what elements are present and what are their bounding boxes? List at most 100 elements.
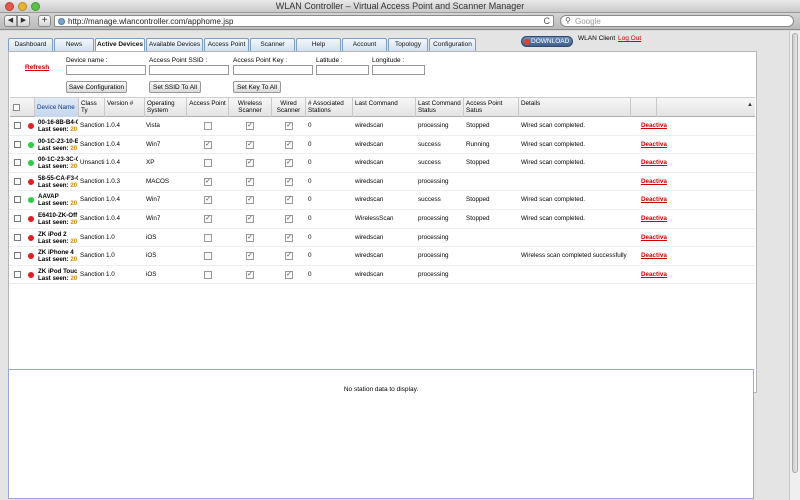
tab-active-devices[interactable]: Active Devices (95, 38, 145, 51)
deactivate-link[interactable]: Deactiva (641, 247, 667, 265)
deactivate-link[interactable]: Deactiva (641, 136, 667, 154)
forward-button[interactable]: ▶ (17, 15, 30, 27)
column-header-last-command[interactable]: Last Command (353, 98, 416, 117)
column-header-access-point[interactable]: Access Point (187, 98, 229, 117)
window-title: WLAN Controller – Virtual Access Point a… (275, 1, 525, 11)
add-bookmark-button[interactable]: + (38, 15, 51, 27)
row-checkbox[interactable] (14, 233, 21, 241)
device-name-input[interactable] (66, 65, 146, 75)
key-input[interactable] (233, 65, 313, 75)
access-point-checkbox[interactable] (204, 270, 212, 279)
wireless-scanner-checkbox[interactable]: ✓ (246, 270, 254, 279)
access-point-checkbox[interactable]: ✓ (204, 215, 212, 223)
table-row[interactable]: ZK iPhone 4 Last seen: 20 Sanction 1.0 iOS ✓ ✓… (10, 247, 755, 266)
access-point-checkbox[interactable] (204, 233, 212, 242)
tab-available-devices[interactable]: Available Devices (146, 38, 203, 51)
deactivate-link[interactable]: Deactiva (641, 229, 667, 247)
wireless-scanner-checkbox[interactable]: ✓ (246, 159, 254, 168)
grid-header: Device Name Class Ty Version # Operating Sy… (10, 97, 755, 117)
column-header-wired-scanner[interactable]: Wired Scanner (272, 98, 306, 117)
wired-scanner-checkbox[interactable]: ✓ (285, 177, 293, 186)
wired-scanner-checkbox[interactable]: ✓ (285, 215, 293, 223)
wired-scanner-checkbox[interactable]: ✓ (285, 270, 293, 279)
latitude-input[interactable] (316, 65, 369, 75)
address-bar[interactable]: http://manage.wlancontroller.com/apphome… (54, 15, 554, 27)
column-header-access-point-status[interactable]: Access Point Satus (464, 98, 519, 117)
column-header-wireless-scanner[interactable]: Wireless Scanner (229, 98, 272, 117)
wireless-scanner-checkbox[interactable]: ✓ (246, 233, 254, 242)
row-checkbox[interactable] (14, 140, 21, 148)
select-all-checkbox[interactable] (13, 104, 20, 111)
column-header-last-command-status[interactable]: Last Command Status (416, 98, 464, 117)
column-header-associated-stations[interactable]: # Associated Stations (306, 98, 353, 117)
search-field[interactable]: ⚲ Google (560, 15, 794, 27)
tab-dashboard[interactable]: Dashboard (8, 38, 53, 51)
deactivate-link[interactable]: Deactiva (641, 117, 667, 135)
row-checkbox[interactable] (14, 270, 21, 278)
longitude-input[interactable] (372, 65, 425, 75)
table-row[interactable]: ZK iPod Touc Last seen: 20 Sanction 1.0 iOS ✓… (10, 266, 755, 285)
tab-access-point[interactable]: Access Point (204, 38, 249, 51)
logout-link[interactable]: Log Out (618, 35, 641, 42)
row-checkbox[interactable] (14, 196, 21, 204)
column-header-details[interactable]: Details (519, 98, 631, 117)
tab-news[interactable]: News (54, 38, 94, 51)
tab-account[interactable]: Account (342, 38, 387, 51)
refresh-link[interactable]: Refresh (25, 64, 49, 71)
table-row[interactable]: 58-55-CA-F3-C Last seen: 20 Sanction 1.0.3 M… (10, 173, 755, 192)
row-checkbox[interactable] (14, 122, 21, 129)
save-configuration-button[interactable]: Save Configuration (66, 81, 127, 93)
back-button[interactable]: ◀ (4, 15, 17, 27)
row-checkbox[interactable] (14, 252, 21, 260)
tab-configuration[interactable]: Configuration (429, 38, 476, 51)
column-header-operating-system[interactable]: Operating System (145, 98, 187, 117)
access-point-checkbox[interactable]: ✓ (204, 140, 212, 149)
column-header-version[interactable]: Version # (105, 98, 145, 117)
tab-topology[interactable]: Topology (388, 38, 428, 51)
wireless-scanner-checkbox[interactable]: ✓ (246, 140, 254, 149)
wireless-scanner-checkbox[interactable]: ✓ (246, 122, 254, 130)
set-ssid-to-all-button[interactable]: Set SSID To All (149, 81, 201, 93)
row-checkbox[interactable] (14, 177, 21, 185)
wired-scanner-checkbox[interactable]: ✓ (285, 140, 293, 149)
wireless-scanner-checkbox[interactable]: ✓ (246, 177, 254, 186)
access-point-checkbox[interactable] (204, 252, 212, 261)
wired-scanner-checkbox[interactable]: ✓ (285, 159, 293, 168)
access-point-checkbox[interactable]: ✓ (204, 196, 212, 205)
deactivate-link[interactable]: Deactiva (641, 173, 667, 191)
deactivate-link[interactable]: Deactiva (641, 210, 667, 228)
last-command-status-cell: processing (418, 252, 449, 260)
wired-scanner-checkbox[interactable]: ✓ (285, 122, 293, 130)
access-point-checkbox[interactable] (204, 122, 212, 130)
tab-scanner[interactable]: Scanner (250, 38, 295, 51)
access-point-checkbox[interactable]: ✓ (204, 177, 212, 186)
wireless-scanner-checkbox[interactable]: ✓ (246, 196, 254, 205)
wired-scanner-checkbox[interactable]: ✓ (285, 233, 293, 242)
set-key-to-all-button[interactable]: Set Key To All (233, 81, 281, 93)
table-row[interactable]: E6410-ZK-Off Last seen: 20 Sanction 1.0.4 Wi… (10, 210, 755, 229)
table-row[interactable]: 00-1C-23-10-E Last seen: 20 Sanction 1.0.4 W… (10, 136, 755, 155)
table-row[interactable]: AAVAP Last seen: 20 Sanction 1.0.4 Win7 ✓ ✓ ✓ 0 w… (10, 191, 755, 210)
download-button[interactable]: DOWNLOAD (521, 36, 573, 47)
wireless-scanner-checkbox[interactable]: ✓ (246, 252, 254, 261)
deactivate-link[interactable]: Deactiva (641, 266, 667, 284)
page-scrollbar-thumb[interactable] (792, 33, 798, 473)
deactivate-link[interactable]: Deactiva (641, 154, 667, 172)
ssid-input[interactable] (149, 65, 229, 75)
tab-help[interactable]: Help (296, 38, 341, 51)
access-point-checkbox[interactable] (204, 159, 212, 168)
reload-icon[interactable]: C (544, 16, 551, 26)
column-header-class-type[interactable]: Class Ty (79, 98, 105, 117)
wired-scanner-checkbox[interactable]: ✓ (285, 196, 293, 205)
table-row[interactable]: 00-1C-23-3C-0 Last seen: 20 Unsancti 1.0.4 X… (10, 154, 755, 173)
wireless-scanner-checkbox[interactable]: ✓ (246, 215, 254, 223)
sort-arrow-icon[interactable]: ▲ (747, 102, 753, 108)
wired-scanner-checkbox[interactable]: ✓ (285, 252, 293, 261)
row-checkbox[interactable] (14, 159, 21, 167)
deactivate-link[interactable]: Deactiva (641, 191, 667, 209)
row-checkbox[interactable] (14, 215, 21, 222)
column-header-device-name[interactable]: Device Name (35, 98, 79, 117)
table-row[interactable]: 00-16-8B-B4-0 Last seen: 20 Sanction 1.0.4 V… (10, 117, 755, 136)
page-scrollbar[interactable] (789, 31, 800, 500)
table-row[interactable]: ZK iPod 2 Last seen: 20 Sanction 1.0 iOS ✓ ✓ 0 w… (10, 229, 755, 248)
